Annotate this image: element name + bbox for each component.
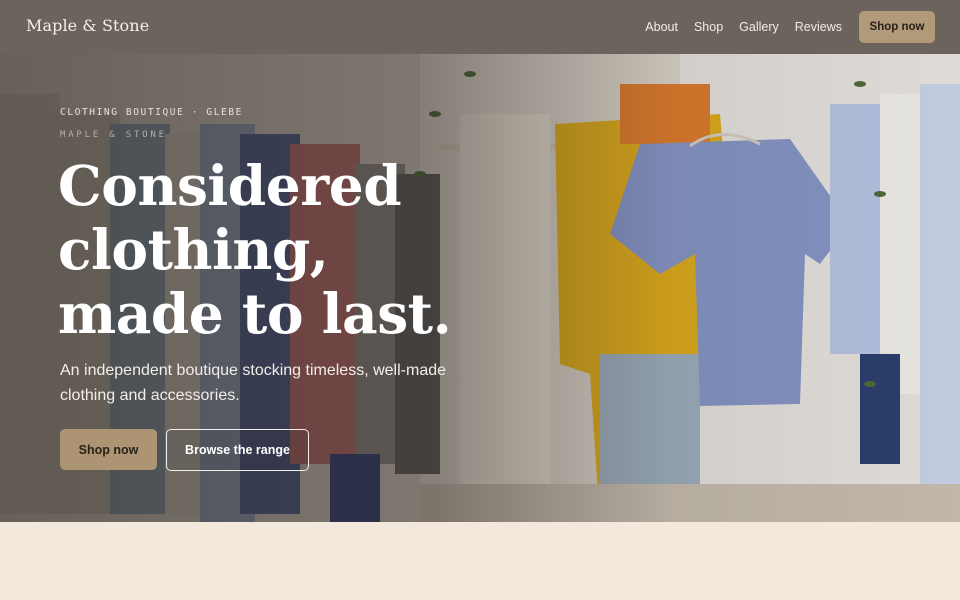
hero-subbrand: MAPLE & STONE [60, 130, 167, 140]
nav-shop-now-button[interactable]: Shop now [859, 11, 935, 43]
nav-links: About Shop Gallery Reviews [629, 0, 842, 54]
nav-link-gallery[interactable]: Gallery [739, 20, 779, 34]
hero-shop-now-button[interactable]: Shop now [60, 429, 157, 470]
hero-eyebrow: CLOTHING BOUTIQUE · GLEBE [60, 107, 243, 118]
hero-headline: Considered clothing, made to last. [58, 153, 452, 346]
top-navbar: Maple & Stone About Shop Gallery Reviews… [0, 0, 960, 54]
hero-section: CLOTHING BOUTIQUE · GLEBE MAPLE & STONE … [0, 54, 960, 522]
content-section [0, 522, 960, 600]
hero-subtitle: An independent boutique stocking timeles… [60, 362, 447, 404]
brand-logo[interactable]: Maple & Stone [26, 16, 149, 35]
nav-link-reviews[interactable]: Reviews [795, 20, 842, 34]
nav-link-shop[interactable]: Shop [694, 20, 723, 34]
nav-link-about[interactable]: About [645, 20, 678, 34]
browse-range-button[interactable]: Browse the range [166, 429, 309, 471]
